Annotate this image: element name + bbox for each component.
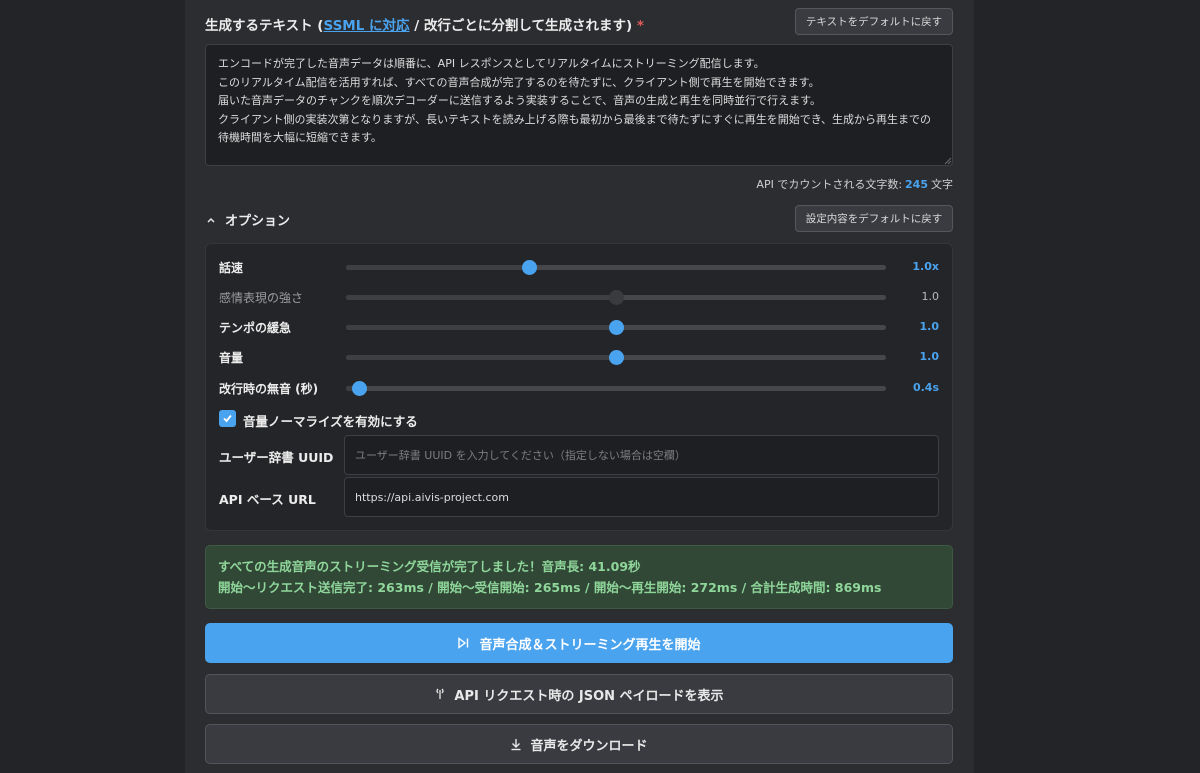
ssml-link[interactable]: SSML に対応 — [323, 18, 409, 34]
download-icon — [511, 738, 521, 750]
resize-handle-icon[interactable] — [944, 157, 952, 165]
slider-label: 改行時の無音 (秒) — [219, 382, 319, 396]
status-line-1: すべての生成音声のストリーミング受信が完了しました！音声長: 41.09秒 — [218, 559, 641, 574]
slider-thumb[interactable] — [608, 350, 624, 365]
slider-fill — [346, 325, 616, 330]
download-button[interactable]: 音声をダウンロード — [205, 724, 953, 764]
slider-thumb[interactable] — [608, 290, 624, 305]
api-url-label: API ベース URL — [219, 492, 316, 507]
slider-label: テンポの緩急 — [219, 321, 292, 335]
reset-options-button[interactable]: 設定内容をデフォルトに戻す — [795, 205, 953, 232]
normalize-checkbox[interactable] — [219, 410, 236, 427]
status-message: すべての生成音声のストリーミング受信が完了しました！音声長: 41.09秒 開始… — [205, 545, 953, 609]
show-payload-button[interactable]: API リクエスト時の JSON ペイロードを表示 — [205, 674, 953, 714]
slider-label: 話速 — [219, 261, 244, 275]
slider-track[interactable] — [346, 386, 886, 391]
slider-thumb[interactable] — [522, 260, 538, 275]
api-url-input[interactable] — [344, 477, 939, 517]
dict-label: ユーザー辞書 UUID — [219, 450, 334, 465]
slider-value: 1.0x — [912, 260, 939, 273]
options-title: オプション — [225, 214, 291, 229]
chevron-up-icon — [207, 217, 215, 223]
char-count: API でカウントされる文字数: 245 文字 — [756, 178, 953, 191]
slider-track[interactable] — [346, 265, 886, 270]
slider-value: 1.0 — [921, 290, 940, 303]
slider-value: 1.0 — [919, 320, 940, 333]
slider-value: 1.0 — [919, 350, 940, 363]
text-input[interactable] — [205, 44, 953, 166]
check-icon — [223, 414, 232, 423]
char-count-value: 245 — [905, 178, 928, 191]
status-line-2: 開始〜リクエスト送信完了: 263ms / 開始〜受信開始: 265ms / 開… — [218, 580, 882, 595]
slider-fill — [346, 295, 616, 300]
slider-label: 音量 — [219, 351, 244, 365]
options-toggle[interactable]: オプション — [205, 210, 290, 229]
play-stream-icon — [458, 637, 469, 649]
slider-label: 感情表現の強さ — [219, 291, 304, 305]
slider-fill — [346, 265, 530, 270]
required-mark: * — [636, 18, 644, 34]
code-icon — [436, 688, 445, 699]
dict-uuid-input[interactable] — [344, 435, 939, 475]
text-section-label: 生成するテキスト (SSML に対応 / 改行ごとに分割して生成されます) * — [205, 18, 644, 34]
slider-fill — [346, 355, 616, 360]
reset-text-button[interactable]: テキストをデフォルトに戻す — [795, 8, 953, 35]
slider-thumb[interactable] — [608, 320, 624, 335]
start-stream-button[interactable]: 音声合成＆ストリーミング再生を開始 — [205, 623, 953, 663]
slider-value: 0.4s — [912, 381, 939, 394]
normalize-label: 音量ノーマライズを有効にする — [243, 414, 418, 429]
